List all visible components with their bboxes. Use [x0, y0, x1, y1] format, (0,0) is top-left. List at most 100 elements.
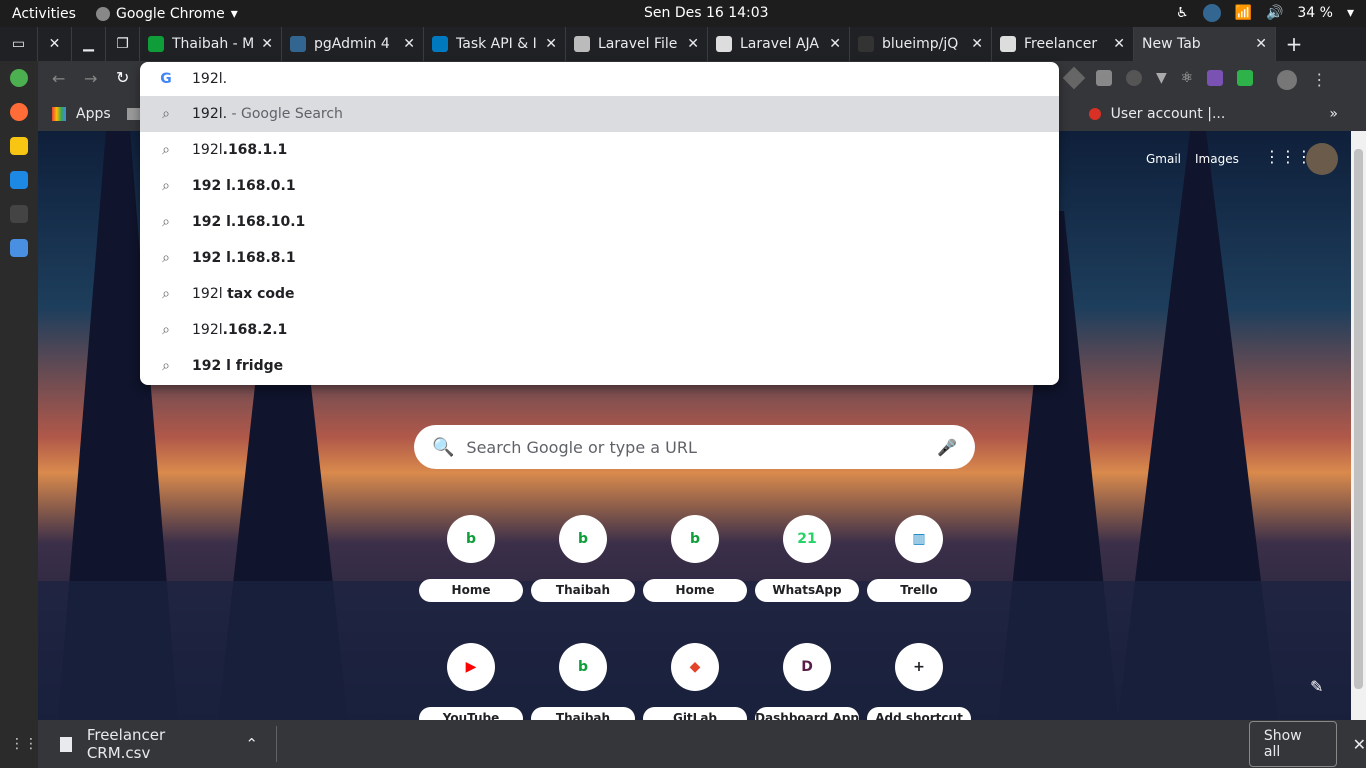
- menu-kebab-icon[interactable]: ⋮: [1311, 70, 1327, 90]
- shortcut-tile[interactable]: ◆ GitLab: [643, 643, 747, 720]
- suggestion-bold: 192 l.168.8.1: [192, 250, 296, 266]
- chrome-icon: [96, 6, 110, 21]
- omnibox-input-row[interactable]: G 192l.: [140, 62, 1059, 96]
- tab[interactable]: Laravel File ✕: [566, 27, 708, 61]
- folder-icon: [126, 108, 141, 120]
- shortcut-glyph: ◆: [689, 659, 701, 675]
- search-icon: ⌕: [162, 178, 170, 194]
- app-menu[interactable]: Google Chrome ▾: [96, 6, 238, 22]
- activities-button[interactable]: Activities: [0, 6, 90, 22]
- forward-icon[interactable]: →: [84, 69, 97, 88]
- omnibox-suggestion[interactable]: ⌕ 192 l fridge: [140, 348, 1059, 384]
- download-filename[interactable]: Freelancer CRM.csv: [87, 726, 231, 762]
- ntp-search-box[interactable]: 🔍 Search Google or type a URL 🎤: [414, 425, 975, 469]
- bookmark-user-account[interactable]: User account |...: [1111, 106, 1226, 122]
- window-restore-button[interactable]: ❐: [106, 27, 140, 61]
- tab[interactable]: Freelancer ✕: [992, 27, 1134, 61]
- extension-icon[interactable]: [1062, 66, 1086, 90]
- tab[interactable]: Task API & I ✕: [424, 27, 566, 61]
- close-icon[interactable]: ✕: [1113, 36, 1125, 52]
- tab[interactable]: Thaibah - M ✕: [140, 27, 282, 61]
- shortcut-tile[interactable]: b Home: [643, 515, 747, 602]
- tab-new-tab[interactable]: New Tab ✕: [1134, 27, 1276, 61]
- shortcut-glyph: +: [913, 659, 925, 675]
- clock[interactable]: Sen Des 16 14:03: [644, 5, 769, 21]
- cors-icon[interactable]: [1237, 70, 1254, 86]
- omnibox-suggestion[interactable]: ⌕ 192 l.168.10.1: [140, 204, 1059, 240]
- page-scrollbar[interactable]: [1351, 131, 1366, 720]
- search-icon: ⌕: [162, 106, 170, 122]
- omnibox-input[interactable]: 192l.: [192, 71, 227, 87]
- system-tray[interactable]: ♿ 📶 🔊 34 % ▾: [1176, 4, 1354, 22]
- shortcut-tile[interactable]: ▥ Trello: [867, 515, 971, 602]
- search-icon: ⌕: [162, 358, 170, 374]
- dock-chrome[interactable]: [0, 61, 38, 95]
- dock-editor[interactable]: [0, 231, 38, 265]
- window-minimize-button[interactable]: ▁: [72, 27, 106, 61]
- elephant-icon[interactable]: [1202, 4, 1221, 22]
- account-avatar[interactable]: [1306, 143, 1338, 175]
- files-button[interactable]: ▭: [0, 27, 38, 61]
- shortcut-tile[interactable]: b Thaibah: [531, 515, 635, 602]
- close-icon[interactable]: ✕: [1255, 36, 1267, 52]
- shortcut-label: Add shortcut: [867, 707, 971, 720]
- close-icon[interactable]: ✕: [261, 36, 273, 52]
- microphone-icon[interactable]: 🎤: [937, 438, 957, 457]
- shortcut-tile[interactable]: + Add shortcut: [867, 643, 971, 720]
- close-icon[interactable]: ✕: [1353, 735, 1366, 754]
- vue-icon[interactable]: ▼: [1156, 70, 1167, 90]
- tab-favicon-icon: [148, 36, 164, 52]
- tab[interactable]: pgAdmin 4 ✕: [282, 27, 424, 61]
- omnibox-dropdown: G 192l. ⌕ 192l. - Google Search ⌕ 192l .1…: [140, 62, 1059, 385]
- new-tab-button[interactable]: +: [1276, 27, 1312, 61]
- close-icon[interactable]: ✕: [971, 36, 983, 52]
- bookmark-apps[interactable]: Apps: [76, 106, 111, 122]
- bookmarks-overflow-button[interactable]: »: [1329, 106, 1338, 122]
- window-close-button[interactable]: ✕: [38, 27, 72, 61]
- dock-notes[interactable]: [0, 129, 38, 163]
- tab[interactable]: Laravel AJA ✕: [708, 27, 850, 61]
- show-all-button[interactable]: Show all: [1248, 721, 1337, 767]
- shortcut-glyph: b: [577, 531, 589, 547]
- omnibox-suggestion[interactable]: ⌕ 192l tax code: [140, 276, 1059, 312]
- shortcut-tile[interactable]: ▶ YouTube: [419, 643, 523, 720]
- profile-avatar[interactable]: [1277, 70, 1298, 90]
- extension-icon[interactable]: [1126, 70, 1142, 86]
- close-icon[interactable]: ✕: [545, 36, 557, 52]
- suggestion-plain: 192l: [192, 142, 223, 158]
- tab[interactable]: blueimp/jQ ✕: [850, 27, 992, 61]
- shortcut-tile[interactable]: D Dashboard App: [755, 643, 859, 720]
- omnibox-suggestion[interactable]: ⌕ 192l .168.2.1: [140, 312, 1059, 348]
- dock-postman[interactable]: [0, 95, 38, 129]
- shortcut-tile[interactable]: b Home: [419, 515, 523, 602]
- dock-vscode[interactable]: [0, 163, 38, 197]
- back-icon[interactable]: ←: [52, 69, 65, 88]
- omnibox-suggestion[interactable]: ⌕ 192 l.168.0.1: [140, 168, 1059, 204]
- react-icon[interactable]: ⚛: [1181, 70, 1194, 90]
- chevron-up-icon[interactable]: ⌃: [245, 735, 258, 753]
- plus-icon: +: [1285, 32, 1303, 56]
- omnibox-suggestion[interactable]: ⌕ 192l .168.1.1: [140, 132, 1059, 168]
- chevron-down-icon[interactable]: ▾: [1347, 5, 1354, 21]
- suggestion-bold: .168.1.1: [222, 142, 288, 158]
- shortcut-tile[interactable]: b Thaibah: [531, 643, 635, 720]
- show-apps-button[interactable]: ⋮⋮: [0, 728, 38, 762]
- google-apps-icon[interactable]: ⋮⋮⋮: [1264, 147, 1312, 166]
- close-icon[interactable]: ✕: [829, 36, 841, 52]
- close-icon[interactable]: ✕: [687, 36, 699, 52]
- close-icon[interactable]: ✕: [403, 36, 415, 52]
- omnibox-suggestion[interactable]: ⌕ 192l. - Google Search: [140, 96, 1059, 132]
- scrollbar-thumb[interactable]: [1354, 149, 1363, 689]
- download-bar: Freelancer CRM.csv ⌃ Show all ✕: [38, 720, 1366, 768]
- images-link[interactable]: Images: [1195, 152, 1239, 166]
- accessibility-icon[interactable]: ♿: [1176, 5, 1189, 21]
- reload-icon[interactable]: ↻: [116, 68, 129, 87]
- customize-pencil-icon[interactable]: ✎: [1310, 677, 1323, 696]
- gmail-link[interactable]: Gmail: [1146, 152, 1181, 166]
- omnibox-suggestion[interactable]: ⌕ 192 l.168.8.1: [140, 240, 1059, 276]
- dock-terminal[interactable]: [0, 197, 38, 231]
- bootstrap-icon[interactable]: [1207, 70, 1224, 86]
- suggestion-plain: 192l: [192, 286, 228, 302]
- shortcut-tile[interactable]: 21 WhatsApp: [755, 515, 859, 602]
- camera-icon[interactable]: [1096, 70, 1112, 86]
